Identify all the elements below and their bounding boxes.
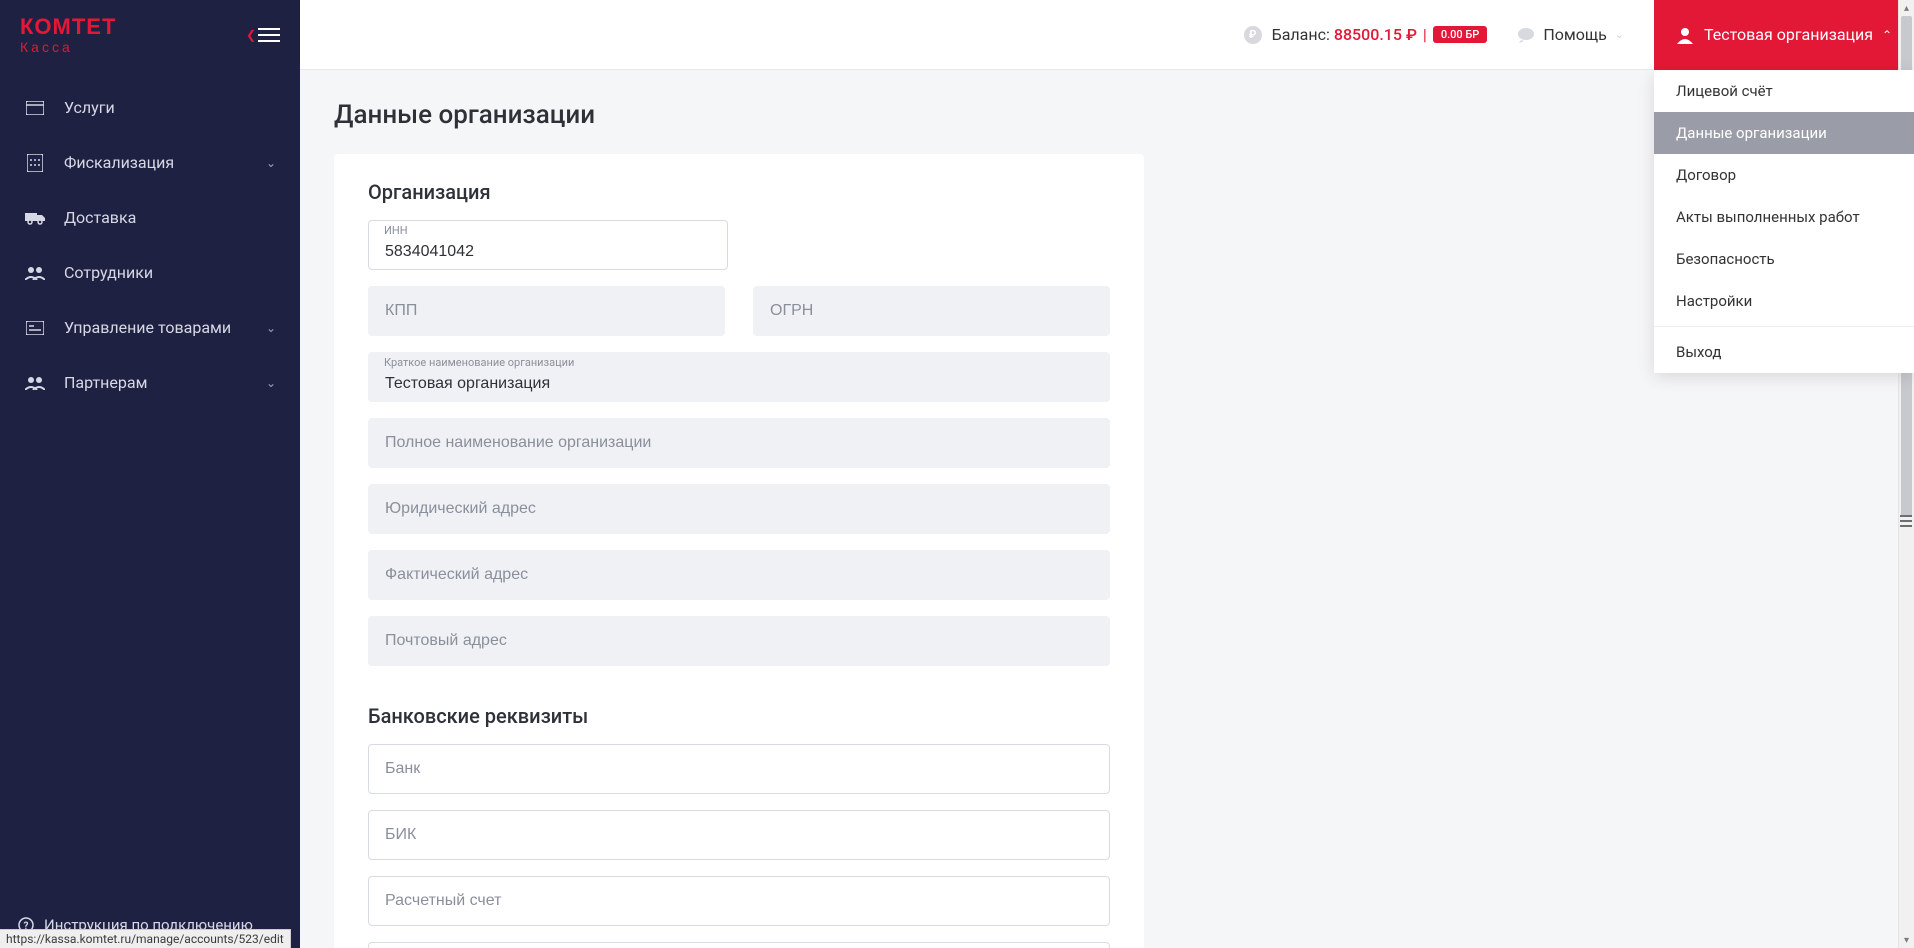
dd-item-contract[interactable]: Договор [1654, 154, 1914, 196]
dropdown-separator [1654, 326, 1914, 327]
bank-section-title: Банковские реквизиты [368, 704, 1110, 728]
kpp-input[interactable] [368, 286, 725, 336]
user-dropdown: Лицевой счёт Данные организации Договор … [1654, 70, 1914, 373]
inn-field: ИНН [368, 220, 728, 270]
card-icon [24, 321, 46, 335]
sidebar: КОМТЕТ Касса ❮ Услуги Фискал [0, 0, 300, 948]
balance-amount: 88500.15 ₽ [1334, 25, 1417, 44]
dd-item-settings[interactable]: Настройки [1654, 280, 1914, 322]
topbar: ₽ Баланс: 88500.15 ₽ | 0.00 БР Помощь ⌄ … [300, 0, 1914, 70]
full-name-input[interactable] [368, 418, 1110, 468]
chevron-up-icon: ⌃ [1882, 28, 1892, 42]
sidebar-item-services[interactable]: Услуги [0, 80, 300, 135]
ogrn-input[interactable] [753, 286, 1110, 336]
truck-icon [24, 211, 46, 225]
sidebar-item-label: Доставка [64, 208, 276, 227]
people-icon [24, 266, 46, 280]
sidebar-header: КОМТЕТ Касса ❮ [0, 0, 300, 70]
bank-field [368, 744, 1110, 794]
kpp-field [368, 286, 725, 336]
ruble-icon: ₽ [1244, 26, 1262, 44]
full-name-field [368, 418, 1110, 468]
short-name-field: Краткое наименование организации [368, 352, 1110, 402]
sidebar-item-partners[interactable]: Партнерам ⌄ [0, 355, 300, 410]
sidebar-collapse-button[interactable]: ❮ [246, 28, 280, 42]
chevron-down-icon: ⌄ [266, 156, 276, 170]
org-section-title: Организация [368, 180, 1110, 204]
scroll-marker [1900, 515, 1912, 527]
inn-input[interactable] [368, 220, 728, 270]
logo-sub: Касса [20, 40, 116, 54]
sidebar-item-label: Сотрудники [64, 263, 276, 282]
sidebar-item-employees[interactable]: Сотрудники [0, 245, 300, 300]
dd-item-org-data[interactable]: Данные организации [1654, 112, 1914, 154]
page-title: Данные организации [334, 100, 1880, 130]
org-card: Организация ИНН [334, 154, 1144, 948]
balance-badge: 0.00 БР [1433, 26, 1487, 43]
balance-block[interactable]: ₽ Баланс: 88500.15 ₽ | 0.00 БР [1244, 25, 1488, 44]
postal-addr-input[interactable] [368, 616, 1110, 666]
bank-input[interactable] [368, 744, 1110, 794]
help-label: Помощь [1543, 25, 1606, 44]
balance-divider: | [1423, 25, 1427, 44]
dd-item-exit[interactable]: Выход [1654, 331, 1914, 373]
chevron-down-icon: ⌄ [1615, 28, 1624, 41]
help-button[interactable]: Помощь ⌄ [1517, 25, 1624, 44]
acc-field [368, 876, 1110, 926]
chat-icon [1517, 26, 1535, 44]
dd-item-security[interactable]: Безопасность [1654, 238, 1914, 280]
dd-item-account[interactable]: Лицевой счёт [1654, 70, 1914, 112]
sidebar-nav: Услуги Фискализация ⌄ Доставка Сотрудни [0, 70, 300, 902]
sidebar-item-fiscalization[interactable]: Фискализация ⌄ [0, 135, 300, 190]
corr-field [368, 942, 1110, 948]
scroll-down-icon[interactable]: ▾ [1899, 932, 1914, 948]
logo-main: КОМТЕТ [20, 16, 116, 38]
sidebar-item-label: Фискализация [64, 153, 266, 172]
status-url: https://kassa.komtet.ru/manage/accounts/… [0, 929, 291, 948]
people-icon [24, 376, 46, 390]
actual-addr-field [368, 550, 1110, 600]
ogrn-field [753, 286, 1110, 336]
sidebar-item-goods[interactable]: Управление товарами ⌄ [0, 300, 300, 355]
chevron-left-icon: ❮ [246, 28, 256, 42]
legal-addr-field [368, 484, 1110, 534]
services-icon [24, 101, 46, 115]
actual-addr-input[interactable] [368, 550, 1110, 600]
scroll-up-icon[interactable]: ▴ [1899, 0, 1914, 16]
user-menu-button[interactable]: Тестовая организация ⌃ [1654, 0, 1914, 70]
user-label: Тестовая организация [1704, 25, 1873, 44]
corr-input[interactable] [368, 942, 1110, 948]
sidebar-item-label: Услуги [64, 98, 276, 117]
bik-field [368, 810, 1110, 860]
sidebar-item-label: Управление товарами [64, 318, 266, 337]
acc-input[interactable] [368, 876, 1110, 926]
calculator-icon [24, 154, 46, 172]
dd-item-acts[interactable]: Акты выполненных работ [1654, 196, 1914, 238]
sidebar-item-label: Партнерам [64, 373, 266, 392]
legal-addr-input[interactable] [368, 484, 1110, 534]
user-icon [1676, 26, 1694, 44]
short-name-input[interactable] [368, 352, 1110, 402]
chevron-down-icon: ⌄ [266, 321, 276, 335]
chevron-down-icon: ⌄ [266, 376, 276, 390]
balance-label: Баланс: [1272, 25, 1330, 44]
logo[interactable]: КОМТЕТ Касса [20, 16, 116, 54]
bik-input[interactable] [368, 810, 1110, 860]
main: ₽ Баланс: 88500.15 ₽ | 0.00 БР Помощь ⌄ … [300, 0, 1914, 948]
hamburger-icon [258, 28, 280, 42]
sidebar-item-delivery[interactable]: Доставка [0, 190, 300, 245]
postal-addr-field [368, 616, 1110, 666]
